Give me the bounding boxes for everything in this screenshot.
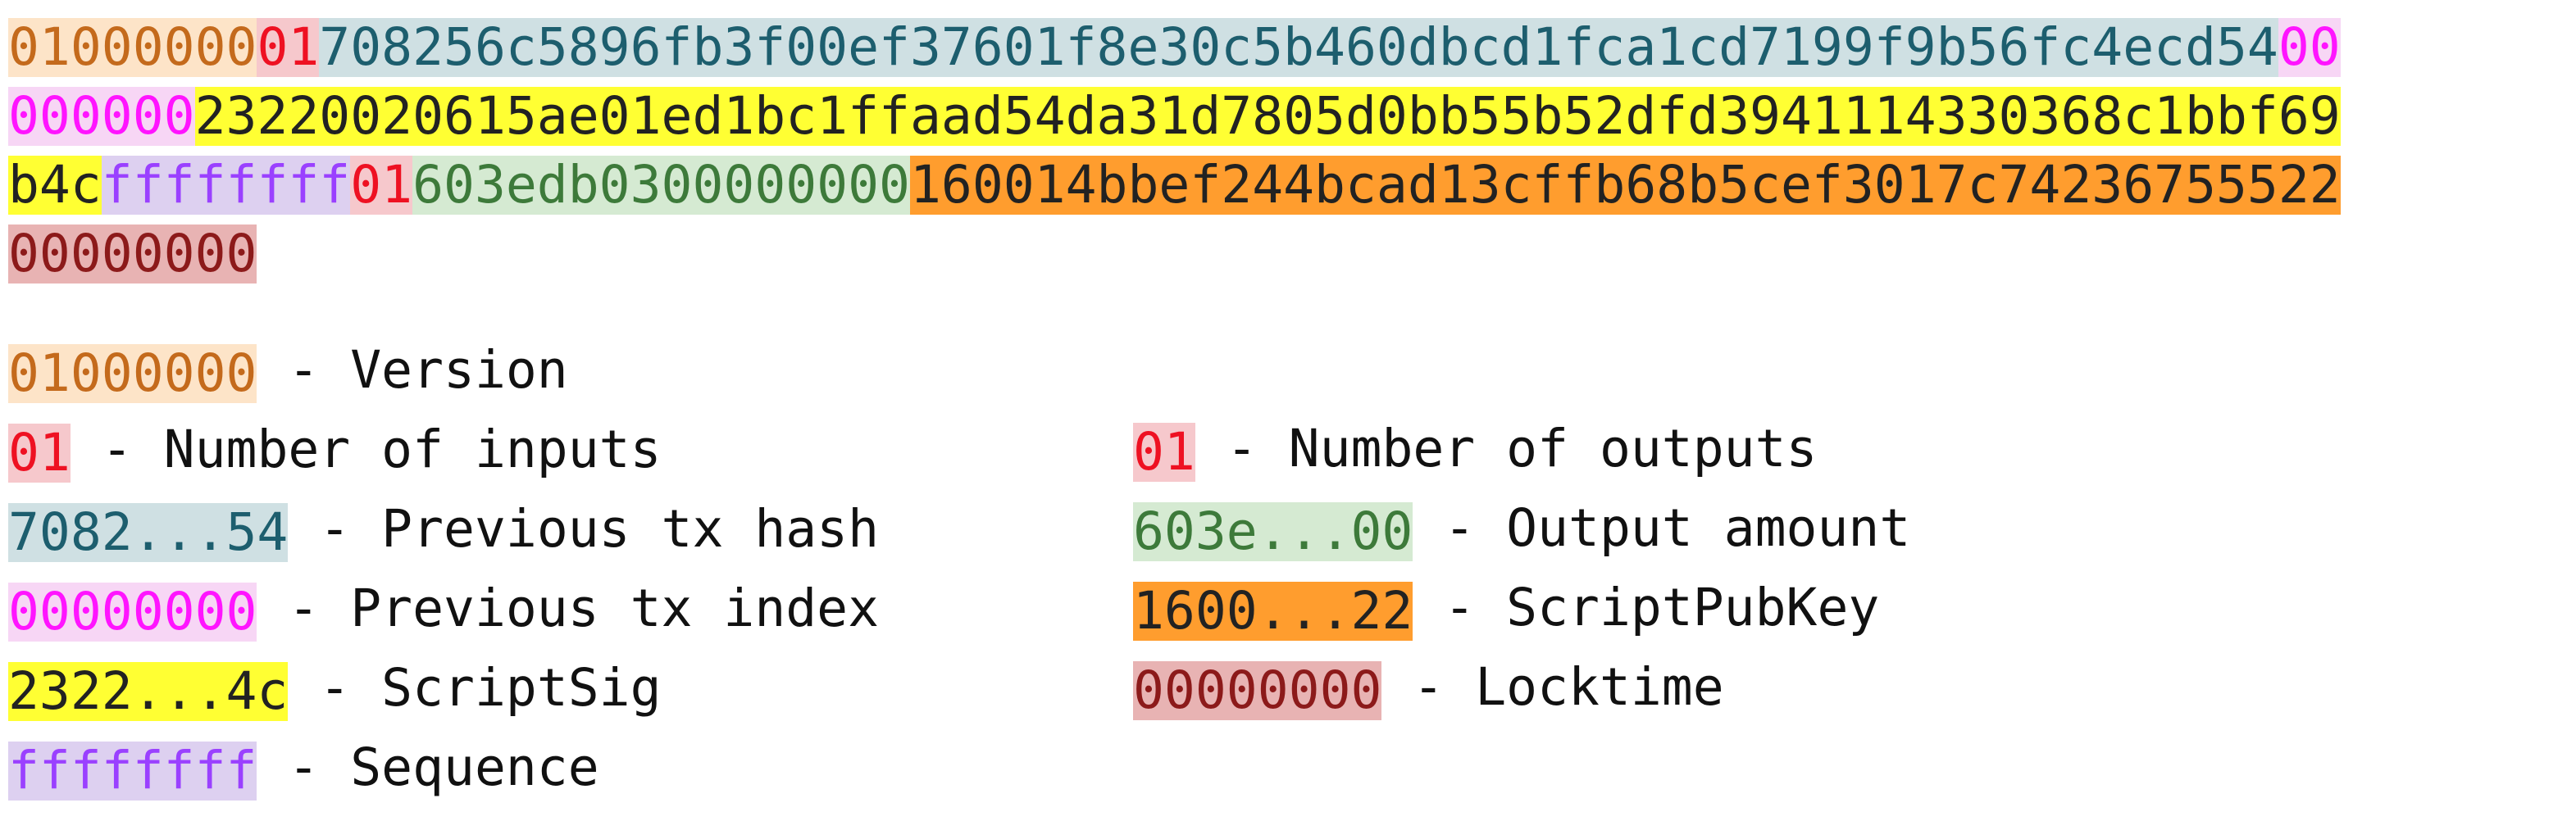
hex-segment-count: 01 [257, 17, 320, 77]
legend-code-chip: 7082...54 [8, 501, 289, 562]
hex-segment-index: 000000 [8, 86, 195, 146]
legend-label: - Previous tx hash [319, 499, 880, 559]
legend-label: - Previous tx index [288, 578, 880, 638]
legend-item-amount: 603e...00 - Output amount [1133, 496, 1910, 561]
hex-segment-hash: 708256c5896fb3f00ef37601f8e30c5b460dbcd1… [319, 17, 2278, 77]
legend-code-chip: 01 [8, 422, 71, 483]
legend-label: - Number of inputs [101, 420, 662, 479]
legend-label: - ScriptPubKey [1444, 578, 1880, 637]
hex-segment-index: 00 [2278, 17, 2341, 77]
hex-segment-sig: b4c [8, 155, 102, 215]
hex-line: 00000000 [8, 225, 2341, 293]
legend-item-index: 00000000 - Previous tx index [8, 576, 879, 642]
legend-code-chip: 2322...4c [8, 660, 289, 721]
legend-item-lock: 00000000 - Locktime [1133, 655, 1724, 720]
legend-item-sig: 2322...4c - ScriptSig [8, 655, 662, 721]
legend-item-count: 01 - Number of inputs [8, 417, 662, 483]
hex-line: 00000023220020615ae01ed1bc1ffaad54da31d7… [8, 87, 2341, 156]
legend-label: - Locktime [1413, 657, 1724, 717]
hex-segment-count: 01 [350, 155, 413, 215]
hex-line: 0100000001708256c5896fb3f00ef37601f8e30c… [8, 18, 2341, 87]
legend-code-chip: 1600...22 [1133, 580, 1413, 641]
hex-segment-sig: 23220020615ae01ed1bc1ffaad54da31d7805d0b… [194, 86, 2341, 146]
hex-segment-lock: 00000000 [8, 224, 257, 283]
legend-item-seq: ffffffff - Sequence [8, 735, 599, 801]
legend-label: - Output amount [1444, 498, 1911, 558]
hex-segment-amount: 603edb0300000000 [412, 155, 910, 215]
raw-transaction-hex: 0100000001708256c5896fb3f00ef37601f8e30c… [8, 18, 2341, 293]
hex-line: b4cffffffff01603edb0300000000160014bbef2… [8, 156, 2341, 225]
legend-label: - ScriptSig [319, 658, 662, 718]
legend-label: - Number of outputs [1226, 419, 1818, 479]
hex-segment-seq: ffffffff [101, 155, 351, 215]
legend-code-chip: 00000000 [1133, 660, 1382, 720]
legend-label: - Version [288, 340, 568, 400]
legend-code-chip: 00000000 [8, 581, 257, 642]
legend-code-chip: 01000000 [8, 342, 257, 403]
hex-segment-spk: 160014bbef244bcad13cffb68b5cef3017c74236… [909, 155, 2341, 215]
hex-segment-version: 01000000 [8, 17, 257, 77]
legend-item-count: 01 - Number of outputs [1133, 416, 1817, 482]
legend-code-chip: 01 [1133, 421, 1195, 482]
legend-code-chip: 603e...00 [1133, 501, 1413, 561]
legend-item-version: 01000000 - Version [8, 338, 568, 403]
legend-item-spk: 1600...22 - ScriptPubKey [1133, 575, 1879, 641]
legend-item-hash: 7082...54 - Previous tx hash [8, 497, 879, 562]
legend-code-chip: ffffffff [8, 740, 257, 801]
legend-label: - Sequence [288, 737, 599, 797]
